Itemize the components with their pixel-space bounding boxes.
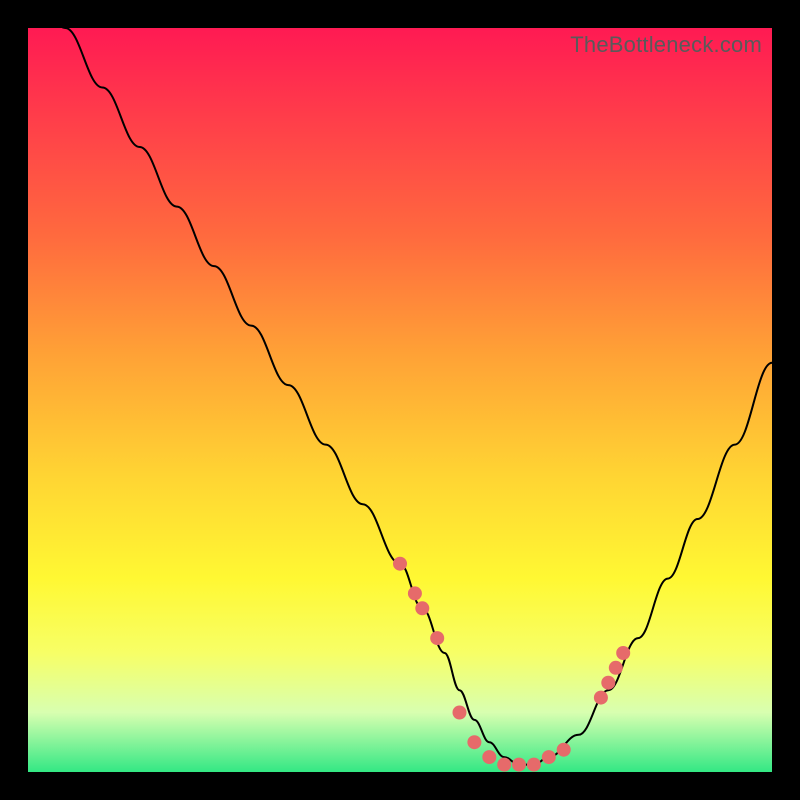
highlight-dot [453, 706, 467, 720]
highlight-dot [609, 661, 623, 675]
bottleneck-curve [28, 0, 772, 765]
highlight-dot [393, 557, 407, 571]
highlight-dot [601, 676, 615, 690]
highlight-dot [557, 743, 571, 757]
highlight-dot [542, 750, 556, 764]
highlight-dot [616, 646, 630, 660]
highlight-dot [527, 758, 541, 772]
highlight-dot [467, 735, 481, 749]
highlight-dot [415, 601, 429, 615]
chart-frame: TheBottleneck.com [0, 0, 800, 800]
highlight-dot [497, 758, 511, 772]
highlight-dot [408, 586, 422, 600]
curve-layer [28, 28, 772, 772]
plot-area: TheBottleneck.com [28, 28, 772, 772]
highlight-dot [482, 750, 496, 764]
highlight-dots [393, 557, 630, 772]
highlight-dot [594, 691, 608, 705]
highlight-dot [512, 758, 526, 772]
highlight-dot [430, 631, 444, 645]
